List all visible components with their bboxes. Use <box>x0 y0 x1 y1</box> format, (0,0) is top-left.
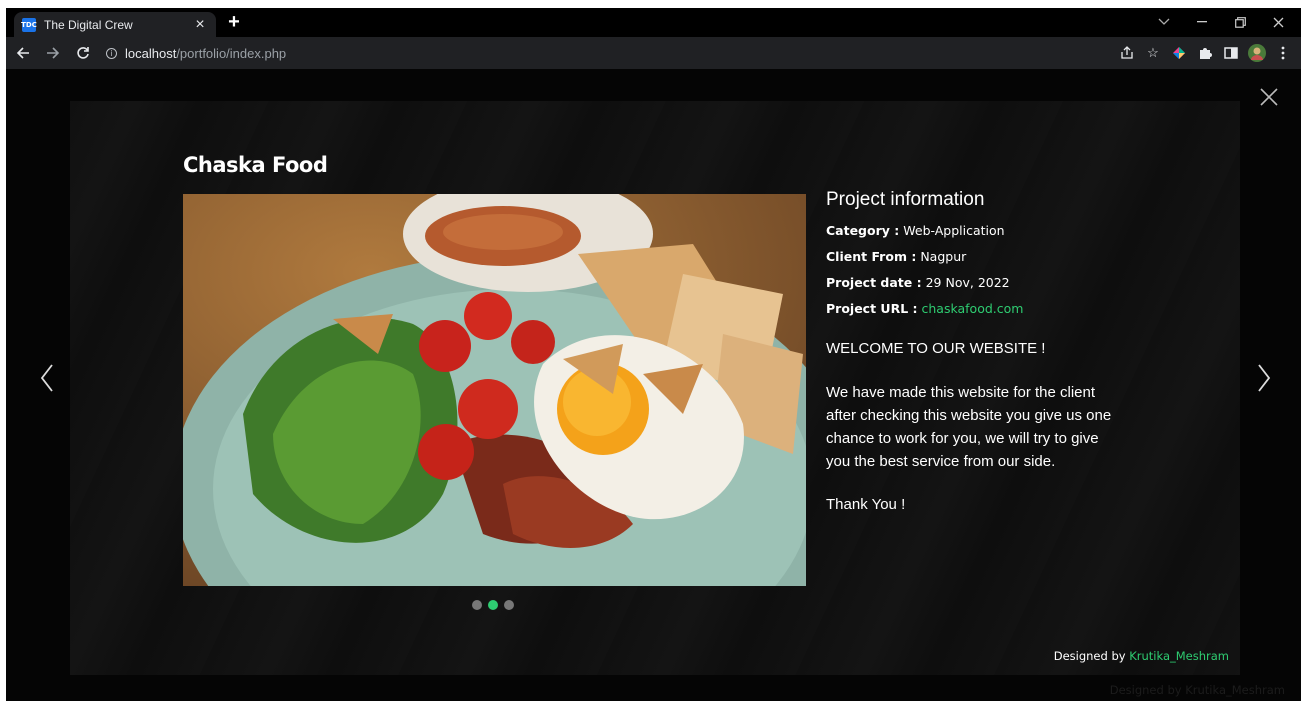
address-bar[interactable]: i localhost/portfolio/index.php <box>98 40 1161 66</box>
info-heading: Project information <box>826 189 985 210</box>
url-label: Project URL : <box>826 301 918 316</box>
browser-window: TDC The Digital Crew × + i localhost /po… <box>6 8 1301 701</box>
carousel-dot[interactable] <box>504 600 514 610</box>
category-label: Category : <box>826 223 900 238</box>
designed-by-label: Designed by <box>1053 649 1126 663</box>
url-path: /portfolio/index.php <box>176 45 287 61</box>
carousel-dot[interactable] <box>472 600 482 610</box>
restore-button[interactable] <box>1221 10 1259 34</box>
category-row: Category : Web-Application <box>826 223 1146 238</box>
client-row: Client From : Nagpur <box>826 249 1146 264</box>
tab-title: The Digital Crew <box>44 17 133 32</box>
prev-arrow-icon[interactable] <box>36 361 60 395</box>
share-icon[interactable] <box>1117 42 1137 64</box>
favicon-icon: TDC <box>21 17 37 32</box>
browser-toolbar: i localhost/portfolio/index.php ☆ <box>6 37 1301 69</box>
tab-strip: TDC The Digital Crew × + <box>6 8 1301 37</box>
date-label: Project date : <box>826 275 922 290</box>
client-value: Nagpur <box>920 249 967 264</box>
page-content: Chaska Food Project information Category… <box>6 69 1301 701</box>
extension-colorful-icon[interactable] <box>1169 42 1189 64</box>
forward-button[interactable] <box>40 40 66 66</box>
side-panel-icon[interactable] <box>1221 42 1241 64</box>
date-row: Project date : 29 Nov, 2022 <box>826 275 1146 290</box>
project-description: We have made this website for the client… <box>826 384 1112 470</box>
url-row: Project URL : chaskafood.com <box>826 301 1146 316</box>
designed-by: Designed by Krutika_Meshram <box>1054 649 1229 663</box>
carousel-dot-active[interactable] <box>488 600 498 610</box>
project-info: Project information Category : Web-Appli… <box>826 189 1146 513</box>
new-tab-button[interactable]: + <box>224 12 244 33</box>
window-controls <box>1145 10 1297 34</box>
url-host: localhost <box>125 45 177 61</box>
minimize-button[interactable] <box>1183 10 1221 34</box>
date-value: 29 Nov, 2022 <box>925 275 1010 290</box>
welcome-text: WELCOME TO OUR WEBSITE ! <box>826 340 1046 357</box>
category-value: Web-Application <box>903 223 1005 238</box>
site-info-icon[interactable]: i <box>106 47 117 59</box>
menu-kebab-icon[interactable] <box>1273 42 1293 64</box>
thanks-text: Thank You ! <box>826 496 906 513</box>
toolbar-actions: ☆ <box>1117 42 1293 64</box>
close-window-button[interactable] <box>1259 10 1297 34</box>
project-image <box>183 194 806 586</box>
back-button[interactable] <box>10 40 36 66</box>
designer-link[interactable]: Krutika_Meshram <box>1129 649 1229 663</box>
profile-avatar-icon[interactable] <box>1247 42 1267 64</box>
project-url-link[interactable]: chaskafood.com <box>922 301 1024 316</box>
client-label: Client From : <box>826 249 917 264</box>
carousel-dots <box>472 600 514 610</box>
tab-search-icon[interactable] <box>1145 10 1183 34</box>
designed-by-background-label: Designed by <box>1109 683 1182 697</box>
tab-active[interactable]: TDC The Digital Crew × <box>14 12 216 37</box>
lightbox-close-icon[interactable] <box>1257 85 1281 109</box>
designed-by-background: Designed by Krutika_Meshram <box>1110 683 1285 697</box>
reload-button[interactable] <box>70 40 96 66</box>
bookmark-star-icon[interactable]: ☆ <box>1143 42 1163 64</box>
tab-close-icon[interactable]: × <box>192 16 208 33</box>
extensions-puzzle-icon[interactable] <box>1195 42 1215 64</box>
next-arrow-icon[interactable] <box>1251 361 1275 395</box>
designer-background-link: Krutika_Meshram <box>1185 683 1285 697</box>
project-title: Chaska Food <box>183 153 328 177</box>
